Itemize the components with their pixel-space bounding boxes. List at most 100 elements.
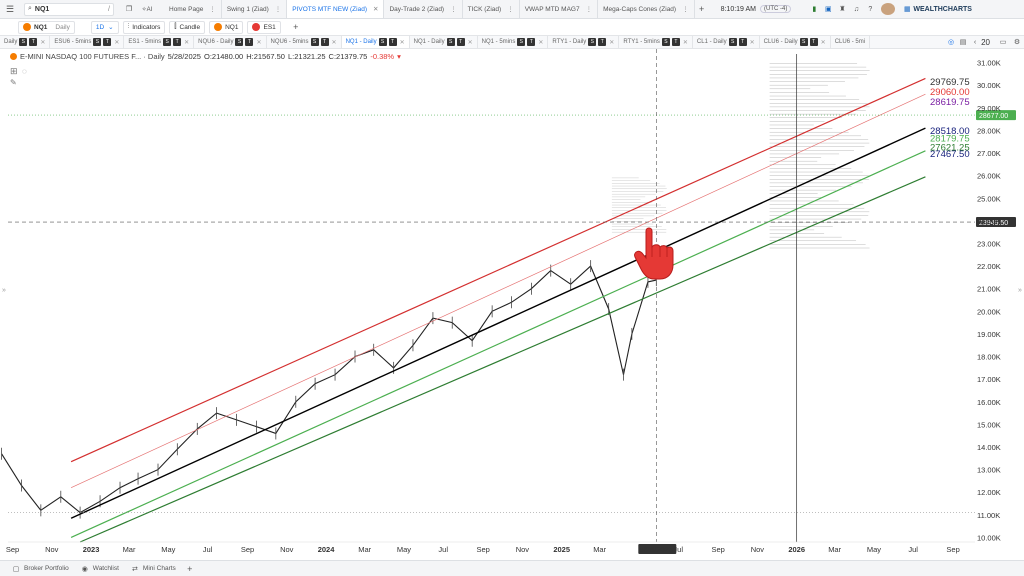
close-icon[interactable]: ✕ — [821, 39, 826, 46]
close-icon[interactable]: ✕ — [114, 39, 119, 46]
layout-tab-0[interactable]: Home Page ⋮ — [164, 0, 222, 18]
chart-tab[interactable]: CLU6 - 5mi — [831, 36, 871, 48]
close-icon[interactable]: ✕ — [468, 39, 473, 46]
time-link-badge[interactable]: T — [809, 38, 818, 46]
symbol-link-badge[interactable]: S — [163, 38, 172, 46]
chart-tab[interactable]: ES1 - 5mins S T ✕ — [124, 36, 195, 48]
time-link-badge[interactable]: T — [598, 38, 607, 46]
layout-tab-3[interactable]: Day-Trade 2 (Ziad) ⋮ — [384, 0, 463, 18]
compare-symbol-1[interactable]: NQ1 — [209, 20, 244, 34]
chevron-left-icon[interactable]: ‹ — [969, 39, 981, 46]
window-icon[interactable]: ▭ — [996, 38, 1010, 46]
symbol-link-badge[interactable]: S — [446, 38, 455, 46]
pencil-icon[interactable]: ✎ — [10, 78, 17, 87]
time-link-badge[interactable]: T — [738, 38, 747, 46]
more-icon[interactable]: ⋮ — [275, 5, 282, 13]
layout-tab-6[interactable]: Mega-Caps Cones (Ziad) ⋮ — [598, 0, 695, 18]
mini-charts-tab[interactable]: Mini Charts — [143, 565, 176, 572]
symbol-link-badge[interactable]: S — [19, 38, 28, 46]
close-icon[interactable]: ✕ — [184, 39, 189, 46]
chart-tab[interactable]: NQU6 - 5mins S T ✕ — [267, 36, 342, 48]
symbol-link-badge[interactable]: S — [378, 38, 387, 46]
chart-tab[interactable]: NQU6 - Daily S T ✕ — [194, 36, 267, 48]
close-icon[interactable]: ✕ — [332, 39, 337, 46]
chart-tab[interactable]: CLU6 - Daily S T ✕ — [760, 36, 831, 48]
chart-tab[interactable]: NQ1 - Daily S T ✕ — [341, 36, 410, 48]
layout-tab-1[interactable]: Swing 1 (Ziad) ⋮ — [222, 0, 288, 18]
save-icon[interactable]: ▣ — [821, 5, 835, 13]
chart-tab-label: RTY1 - 5mins — [623, 39, 660, 45]
compare-symbol-2[interactable]: ES1 — [247, 20, 281, 34]
chart-tab[interactable]: RTY1 - 5mins S T ✕ — [619, 36, 693, 48]
flag-icon[interactable]: ▮ — [807, 5, 821, 13]
more-icon[interactable]: ⋮ — [507, 5, 514, 13]
gear-icon[interactable]: ⚙ — [1010, 38, 1024, 46]
layout-tab-5[interactable]: VWAP MTD MAG7 ⋮ — [520, 0, 599, 18]
more-icon[interactable]: ⋮ — [450, 5, 457, 13]
close-icon[interactable]: ✕ — [400, 39, 405, 46]
layout-icon[interactable]: ▤ — [957, 38, 969, 46]
symbol-link-badge[interactable]: S — [235, 38, 244, 46]
add-indicator-icon[interactable]: ⊞ — [10, 66, 18, 76]
close-icon[interactable]: ✕ — [373, 5, 378, 13]
close-icon[interactable]: ✕ — [609, 39, 614, 46]
time-link-badge[interactable]: T — [173, 38, 182, 46]
time-link-badge[interactable]: T — [103, 38, 112, 46]
time-link-badge[interactable]: T — [527, 38, 536, 46]
expand-left-icon[interactable]: » — [2, 287, 6, 294]
copy-icon[interactable]: ❐ — [120, 5, 138, 13]
layout-tab-4[interactable]: TICK (Ziad) ⋮ — [463, 0, 520, 18]
chart-tab[interactable]: CL1 - Daily S T ✕ — [693, 36, 760, 48]
candle-button[interactable]: ⫿ Candle — [169, 20, 206, 34]
more-icon[interactable]: ⋮ — [682, 5, 689, 13]
menu-icon[interactable]: ☰ — [0, 4, 20, 15]
time-link-badge[interactable]: T — [245, 38, 254, 46]
close-icon[interactable]: ✕ — [683, 39, 688, 46]
indicators-button[interactable]: ⫶ Indicators — [122, 20, 166, 34]
target-icon[interactable]: ◎ — [945, 38, 957, 46]
time-link-badge[interactable]: T — [456, 38, 465, 46]
close-icon[interactable]: ✕ — [256, 39, 261, 46]
more-icon[interactable]: ⋮ — [209, 5, 216, 13]
symbol-button[interactable]: NQ1 Daily — [18, 20, 75, 34]
chart-tab[interactable]: NQ1 - Daily S T ✕ — [410, 36, 478, 48]
broker-portfolio-tab[interactable]: Broker Portfolio — [24, 565, 69, 572]
add-panel-icon[interactable]: + — [184, 564, 196, 574]
eye-off-icon[interactable]: ◌ — [22, 67, 27, 76]
expand-right-icon[interactable]: » — [1018, 287, 1022, 294]
chart-tab[interactable]: RTY1 - Daily S T ✕ — [548, 36, 620, 48]
watchlist-tab[interactable]: Watchlist — [93, 565, 119, 572]
price-chart[interactable]: 29769.7529060.0028619.7528518.0028179.75… — [0, 49, 1024, 560]
symbol-link-badge[interactable]: S — [310, 38, 319, 46]
interval-select[interactable]: 1D ⌄ — [90, 20, 119, 34]
layout-tab-2[interactable]: PIVOTS MTF NEW (Ziad) ✕ — [287, 0, 385, 18]
symbol-search[interactable]: ⌕ NQ1 / — [24, 2, 114, 16]
chart-tab[interactable]: NQ1 - 5mins S T ✕ — [478, 36, 549, 48]
add-compare-icon[interactable]: + — [289, 22, 303, 32]
trophy-icon[interactable]: ♜ — [835, 5, 849, 13]
symbol-link-badge[interactable]: S — [799, 38, 808, 46]
chart-tab[interactable]: Daily S T ✕ — [0, 36, 51, 48]
symbol-link-badge[interactable]: S — [517, 38, 526, 46]
time-link-badge[interactable]: T — [388, 38, 397, 46]
symbol-link-badge[interactable]: S — [661, 38, 670, 46]
help-icon[interactable]: ? — [863, 6, 877, 13]
time-link-badge[interactable]: T — [320, 38, 329, 46]
close-icon[interactable]: ✕ — [750, 39, 755, 46]
search-input[interactable]: NQ1 — [35, 6, 49, 13]
bell-icon[interactable]: ♫ — [849, 6, 863, 13]
symbol-link-badge[interactable]: S — [93, 38, 102, 46]
more-icon[interactable]: ⋮ — [586, 5, 593, 13]
avatar[interactable] — [881, 3, 896, 15]
close-icon[interactable]: ✕ — [40, 39, 45, 46]
close-icon[interactable]: ✕ — [538, 39, 543, 46]
symbol-link-badge[interactable]: S — [728, 38, 737, 46]
timezone-button[interactable]: (UTC -4) — [760, 5, 792, 13]
add-tab-icon[interactable]: + — [695, 4, 709, 14]
chart-tab[interactable]: ESU6 - 5mins S T ✕ — [50, 36, 125, 48]
time-link-badge[interactable]: T — [29, 38, 38, 46]
chevron-down-icon[interactable]: ▾ — [397, 52, 401, 61]
time-link-badge[interactable]: T — [671, 38, 680, 46]
symbol-link-badge[interactable]: S — [588, 38, 597, 46]
ai-icon[interactable]: ✧AI — [138, 6, 156, 13]
